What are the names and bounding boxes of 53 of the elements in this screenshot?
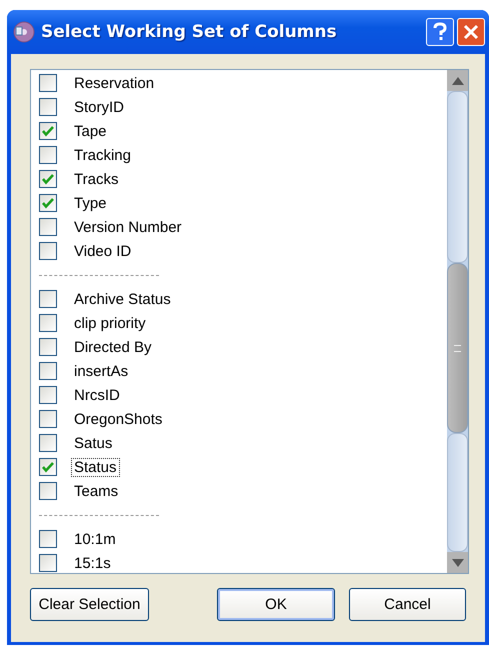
list-item[interactable]: Archive Status [71,290,174,308]
list-item[interactable]: clip priority [71,314,149,332]
up-arrow-icon [452,76,464,84]
list-item[interactable]: Video ID [71,242,134,260]
list-item[interactable]: Status [71,458,120,476]
help-button[interactable] [426,18,454,46]
checkbox[interactable] [39,482,57,500]
dialog-button[interactable]: Cancel [349,588,466,621]
checkbox[interactable] [39,386,57,404]
list-item[interactable]: StoryID [71,98,128,116]
checkbox[interactable] [39,194,57,212]
down-arrow-icon [452,558,464,566]
checkbox[interactable] [39,218,57,236]
list-item[interactable]: Reservation [71,74,158,92]
checkbox[interactable] [39,410,57,428]
checkbox[interactable] [39,170,57,188]
checkbox[interactable] [39,554,57,572]
checkbox[interactable] [39,362,57,380]
list-item[interactable]: insertAs [71,362,132,380]
scroll-thumb[interactable] [447,263,468,433]
scroll-down-button[interactable] [447,552,468,573]
list-item[interactable]: Teams [71,482,122,500]
scrollbar[interactable] [447,70,468,573]
checkbox[interactable] [39,74,57,92]
checkbox[interactable] [39,122,57,140]
checkbox[interactable] [39,530,57,548]
disc-icon [13,21,35,43]
list-item[interactable]: 10:1m [71,530,119,548]
list-item[interactable]: Version Number [71,218,185,236]
checkbox[interactable] [39,290,57,308]
close-icon [462,23,480,41]
window-title: Select Working Set of Columns [41,22,338,42]
scroll-up-button[interactable] [447,70,468,91]
list-item[interactable]: Satus [71,434,116,452]
checkbox[interactable] [39,338,57,356]
question-mark-icon [431,22,449,42]
list-item[interactable]: Tape [71,122,110,140]
list-item[interactable]: NrcsID [71,386,123,404]
checkbox[interactable] [39,98,57,116]
checkbox[interactable] [39,458,57,476]
list-item[interactable]: 15:1s [71,554,114,572]
close-button[interactable] [457,18,485,46]
dialog-button[interactable]: Clear Selection [30,588,149,621]
list-item[interactable]: OregonShots [71,410,166,428]
checkbox[interactable] [39,434,57,452]
dialog-button[interactable]: OK [217,588,335,621]
list-item[interactable]: Type [71,194,110,212]
list-item[interactable]: Directed By [71,338,155,356]
list-item[interactable]: Tracks [71,170,122,188]
list-item[interactable]: Tracking [71,146,134,164]
checkbox[interactable] [39,242,57,260]
checkbox[interactable] [39,314,57,332]
checkbox[interactable] [39,146,57,164]
